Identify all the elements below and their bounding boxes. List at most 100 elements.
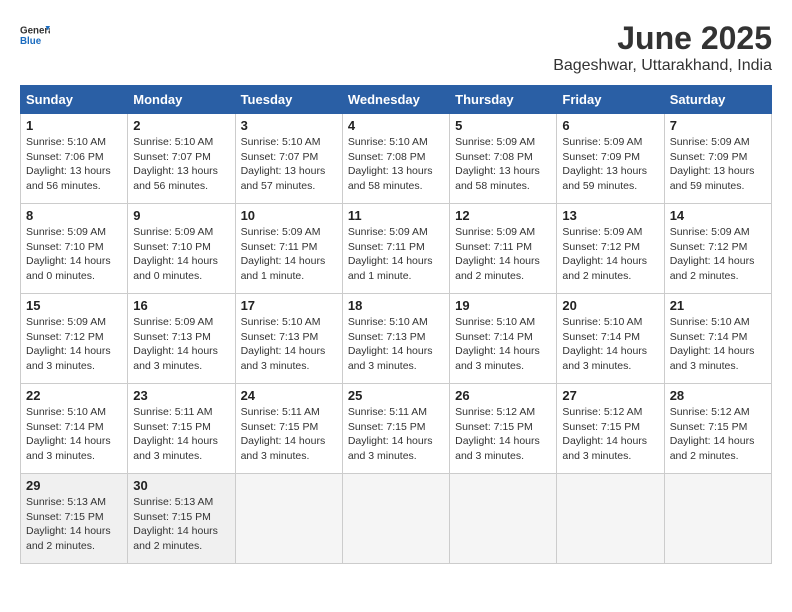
day-number: 5 bbox=[455, 118, 551, 133]
day-info: Sunrise: 5:09 AMSunset: 7:09 PMDaylight:… bbox=[670, 135, 766, 194]
day-info: Sunrise: 5:09 AMSunset: 7:12 PMDaylight:… bbox=[670, 225, 766, 284]
day-number: 4 bbox=[348, 118, 444, 133]
day-info: Sunrise: 5:10 AMSunset: 7:07 PMDaylight:… bbox=[133, 135, 229, 194]
svg-text:General: General bbox=[20, 26, 50, 37]
day-info: Sunrise: 5:10 AMSunset: 7:14 PMDaylight:… bbox=[26, 405, 122, 464]
day-info: Sunrise: 5:09 AMSunset: 7:10 PMDaylight:… bbox=[133, 225, 229, 284]
day-number: 16 bbox=[133, 298, 229, 313]
day-info: Sunrise: 5:12 AMSunset: 7:15 PMDaylight:… bbox=[562, 405, 658, 464]
day-info: Sunrise: 5:09 AMSunset: 7:13 PMDaylight:… bbox=[133, 315, 229, 374]
day-number: 1 bbox=[26, 118, 122, 133]
day-number: 27 bbox=[562, 388, 658, 403]
calendar-cell bbox=[664, 474, 771, 564]
day-number: 20 bbox=[562, 298, 658, 313]
day-number: 28 bbox=[670, 388, 766, 403]
calendar-cell: 18 Sunrise: 5:10 AMSunset: 7:13 PMDayligh… bbox=[342, 294, 449, 384]
calendar-cell: 20 Sunrise: 5:10 AMSunset: 7:14 PMDayligh… bbox=[557, 294, 664, 384]
calendar-cell: 21 Sunrise: 5:10 AMSunset: 7:14 PMDayligh… bbox=[664, 294, 771, 384]
calendar-cell: 30 Sunrise: 5:13 AMSunset: 7:15 PMDayligh… bbox=[128, 474, 235, 564]
calendar-cell: 13Sunrise: 5:09 AMSunset: 7:12 PMDayligh… bbox=[557, 204, 664, 294]
day-number: 14 bbox=[670, 208, 766, 223]
day-info: Sunrise: 5:10 AMSunset: 7:07 PMDaylight:… bbox=[241, 135, 337, 194]
calendar-cell: 15Sunrise: 5:09 AMSunset: 7:12 PMDayligh… bbox=[21, 294, 128, 384]
calendar-cell: 24 Sunrise: 5:11 AMSunset: 7:15 PMDayligh… bbox=[235, 384, 342, 474]
day-info: Sunrise: 5:09 AMSunset: 7:08 PMDaylight:… bbox=[455, 135, 551, 194]
day-number: 12 bbox=[455, 208, 551, 223]
day-number: 17 bbox=[241, 298, 337, 313]
calendar-cell: 4Sunrise: 5:10 AMSunset: 7:08 PMDaylight… bbox=[342, 114, 449, 204]
day-info: Sunrise: 5:11 AMSunset: 7:15 PMDaylight:… bbox=[241, 405, 337, 464]
day-number: 18 bbox=[348, 298, 444, 313]
calendar-week-row-4: 22 Sunrise: 5:10 AMSunset: 7:14 PMDayligh… bbox=[21, 384, 772, 474]
day-info: Sunrise: 5:10 AMSunset: 7:14 PMDaylight:… bbox=[670, 315, 766, 374]
day-number: 9 bbox=[133, 208, 229, 223]
calendar-cell: 3 Sunrise: 5:10 AMSunset: 7:07 PMDaylight… bbox=[235, 114, 342, 204]
calendar-cell: 1 Sunrise: 5:10 AMSunset: 7:06 PMDaylight… bbox=[21, 114, 128, 204]
logo-icon: General Blue bbox=[20, 20, 50, 50]
day-info: Sunrise: 5:10 AMSunset: 7:13 PMDaylight:… bbox=[348, 315, 444, 374]
calendar-cell: 17Sunrise: 5:10 AMSunset: 7:13 PMDayligh… bbox=[235, 294, 342, 384]
weekday-header-saturday: Saturday bbox=[664, 86, 771, 114]
day-info: Sunrise: 5:12 AMSunset: 7:15 PMDaylight:… bbox=[455, 405, 551, 464]
day-number: 13 bbox=[562, 208, 658, 223]
calendar-cell: 7 Sunrise: 5:09 AMSunset: 7:09 PMDaylight… bbox=[664, 114, 771, 204]
calendar-cell: 6Sunrise: 5:09 AMSunset: 7:09 PMDaylight… bbox=[557, 114, 664, 204]
calendar-cell: 10 Sunrise: 5:09 AMSunset: 7:11 PMDayligh… bbox=[235, 204, 342, 294]
weekday-header-monday: Monday bbox=[128, 86, 235, 114]
day-number: 21 bbox=[670, 298, 766, 313]
day-number: 30 bbox=[133, 478, 229, 493]
location-title: Bageshwar, Uttarakhand, India bbox=[553, 57, 772, 75]
calendar-cell bbox=[450, 474, 557, 564]
day-number: 19 bbox=[455, 298, 551, 313]
day-number: 26 bbox=[455, 388, 551, 403]
day-info: Sunrise: 5:09 AMSunset: 7:10 PMDaylight:… bbox=[26, 225, 122, 284]
calendar-cell: 27 Sunrise: 5:12 AMSunset: 7:15 PMDayligh… bbox=[557, 384, 664, 474]
day-info: Sunrise: 5:09 AMSunset: 7:09 PMDaylight:… bbox=[562, 135, 658, 194]
calendar-cell: 22 Sunrise: 5:10 AMSunset: 7:14 PMDayligh… bbox=[21, 384, 128, 474]
day-number: 10 bbox=[241, 208, 337, 223]
calendar-cell bbox=[342, 474, 449, 564]
calendar-cell: 11 Sunrise: 5:09 AMSunset: 7:11 PMDayligh… bbox=[342, 204, 449, 294]
day-number: 11 bbox=[348, 208, 444, 223]
day-info: Sunrise: 5:09 AMSunset: 7:11 PMDaylight:… bbox=[241, 225, 337, 284]
day-info: Sunrise: 5:09 AMSunset: 7:11 PMDaylight:… bbox=[348, 225, 444, 284]
day-info: Sunrise: 5:12 AMSunset: 7:15 PMDaylight:… bbox=[670, 405, 766, 464]
calendar-cell: 5 Sunrise: 5:09 AMSunset: 7:08 PMDaylight… bbox=[450, 114, 557, 204]
day-number: 3 bbox=[241, 118, 337, 133]
day-number: 15 bbox=[26, 298, 122, 313]
logo: General Blue bbox=[20, 20, 50, 50]
weekday-header-row: SundayMondayTuesdayWednesdayThursdayFrid… bbox=[21, 86, 772, 114]
day-info: Sunrise: 5:10 AMSunset: 7:06 PMDaylight:… bbox=[26, 135, 122, 194]
weekday-header-wednesday: Wednesday bbox=[342, 86, 449, 114]
day-info: Sunrise: 5:13 AMSunset: 7:15 PMDaylight:… bbox=[26, 495, 122, 554]
day-info: Sunrise: 5:13 AMSunset: 7:15 PMDaylight:… bbox=[133, 495, 229, 554]
calendar-cell: 14 Sunrise: 5:09 AMSunset: 7:12 PMDayligh… bbox=[664, 204, 771, 294]
calendar-cell: 16 Sunrise: 5:09 AMSunset: 7:13 PMDayligh… bbox=[128, 294, 235, 384]
weekday-header-friday: Friday bbox=[557, 86, 664, 114]
calendar-cell: 12 Sunrise: 5:09 AMSunset: 7:11 PMDayligh… bbox=[450, 204, 557, 294]
calendar-week-row-2: 8 Sunrise: 5:09 AMSunset: 7:10 PMDaylight… bbox=[21, 204, 772, 294]
calendar-cell: 8 Sunrise: 5:09 AMSunset: 7:10 PMDaylight… bbox=[21, 204, 128, 294]
day-number: 23 bbox=[133, 388, 229, 403]
day-number: 29 bbox=[26, 478, 122, 493]
calendar-cell: 25 Sunrise: 5:11 AMSunset: 7:15 PMDayligh… bbox=[342, 384, 449, 474]
page-header: General Blue June 2025 Bageshwar, Uttara… bbox=[20, 20, 772, 75]
day-number: 7 bbox=[670, 118, 766, 133]
day-info: Sunrise: 5:11 AMSunset: 7:15 PMDaylight:… bbox=[133, 405, 229, 464]
weekday-header-thursday: Thursday bbox=[450, 86, 557, 114]
day-info: Sunrise: 5:11 AMSunset: 7:15 PMDaylight:… bbox=[348, 405, 444, 464]
calendar-week-row-1: 1 Sunrise: 5:10 AMSunset: 7:06 PMDaylight… bbox=[21, 114, 772, 204]
month-title: June 2025 bbox=[553, 20, 772, 57]
day-number: 25 bbox=[348, 388, 444, 403]
day-number: 24 bbox=[241, 388, 337, 403]
day-info: Sunrise: 5:10 AMSunset: 7:14 PMDaylight:… bbox=[562, 315, 658, 374]
day-number: 8 bbox=[26, 208, 122, 223]
day-number: 22 bbox=[26, 388, 122, 403]
day-info: Sunrise: 5:09 AMSunset: 7:11 PMDaylight:… bbox=[455, 225, 551, 284]
calendar-week-row-5: 29 Sunrise: 5:13 AMSunset: 7:15 PMDayligh… bbox=[21, 474, 772, 564]
calendar-cell: 19Sunrise: 5:10 AMSunset: 7:14 PMDayligh… bbox=[450, 294, 557, 384]
calendar-cell: 28 Sunrise: 5:12 AMSunset: 7:15 PMDayligh… bbox=[664, 384, 771, 474]
calendar-cell: 2Sunrise: 5:10 AMSunset: 7:07 PMDaylight… bbox=[128, 114, 235, 204]
svg-text:Blue: Blue bbox=[20, 36, 42, 47]
weekday-header-sunday: Sunday bbox=[21, 86, 128, 114]
